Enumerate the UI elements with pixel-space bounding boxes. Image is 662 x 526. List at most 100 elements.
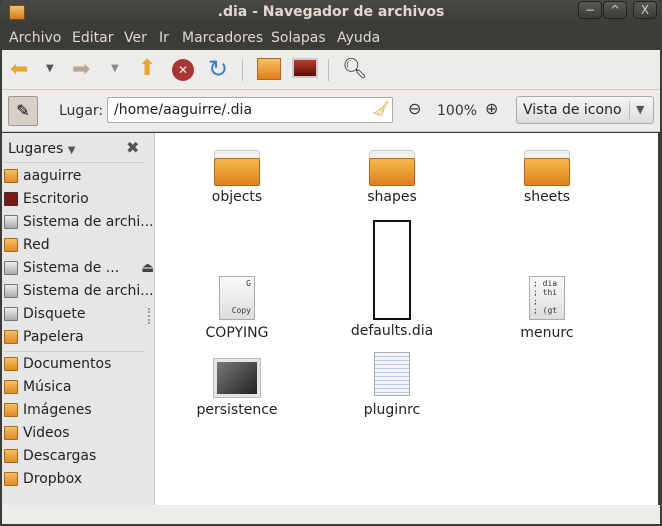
drive-icon	[4, 215, 18, 229]
file-item-menurc[interactable]: ; dia ; thi ; ; (gt menurc	[487, 276, 607, 341]
sidebar-item-papelera[interactable]: Papelera	[4, 326, 152, 348]
drive-icon	[4, 284, 18, 298]
clear-icon[interactable]: 🧹︎	[372, 101, 390, 117]
menu-ver[interactable]: Ver	[124, 30, 147, 46]
menu-ir[interactable]: Ir	[159, 30, 169, 46]
zoom-level: 100%	[437, 103, 478, 119]
location-bar: ✎ Lugar: /home/aaguirre/.dia 🧹︎ ⊖ 100% ⊕…	[2, 90, 660, 132]
back-history-dropdown[interactable]: ▼	[46, 63, 54, 74]
file-name: COPYING	[205, 325, 269, 341]
pencil-toggle-button[interactable]: ✎	[8, 96, 38, 126]
sidebar-item-documentos[interactable]: Documentos	[4, 353, 152, 375]
text-file-icon: G Copy	[219, 276, 255, 320]
forward-history-dropdown[interactable]: ▼	[111, 63, 119, 74]
sidebar-item-label: Música	[23, 379, 72, 395]
close-sidebar-icon[interactable]: ✖	[126, 138, 139, 157]
menu-ayuda[interactable]: Ayuda	[337, 30, 380, 46]
sidebar-item-escritorio[interactable]: Escritorio	[4, 188, 152, 210]
menu-solapas[interactable]: Solapas	[271, 30, 326, 46]
sidebar-item-dropbox[interactable]: Dropbox	[4, 468, 152, 490]
location-input[interactable]: /home/aaguirre/.dia 🧹︎	[107, 97, 393, 123]
home-folder-icon	[4, 169, 18, 183]
sidebar-item-videos[interactable]: Videos	[4, 422, 152, 444]
file-name: menurc	[520, 325, 574, 341]
dia-file-icon	[373, 220, 411, 320]
close-button[interactable]: X	[633, 1, 657, 19]
eject-icon[interactable]: ⏏	[141, 260, 154, 276]
separator	[242, 59, 243, 81]
file-item-sheets[interactable]: sheets	[487, 150, 607, 205]
resize-handle[interactable]	[148, 308, 152, 324]
separator	[328, 59, 329, 81]
minimize-button[interactable]: −	[578, 1, 602, 19]
title-bar: .dia - Navegador de archivos − ^ X	[0, 0, 662, 26]
folder-icon	[524, 150, 570, 186]
folder-icon	[4, 472, 18, 486]
sidebar-item-label: Escritorio	[23, 191, 89, 207]
sidebar-item-red[interactable]: Red	[4, 234, 152, 256]
sidebar-item-label: Papelera	[23, 329, 84, 345]
separator	[4, 162, 144, 163]
trash-icon	[4, 330, 18, 344]
menu-marcadores[interactable]: Marcadores	[182, 30, 263, 46]
desktop-icon	[4, 192, 18, 206]
sidebar-item-descargas[interactable]: Descargas	[4, 445, 152, 467]
sidebar-item-label: Documentos	[23, 356, 112, 372]
menu-archivo[interactable]: Archivo	[9, 30, 61, 46]
reload-icon[interactable]: ↻	[208, 56, 228, 82]
file-name: shapes	[367, 189, 417, 205]
sidebar-item-musica[interactable]: Música	[4, 376, 152, 398]
sidebar-title[interactable]: Lugares ▼	[8, 141, 75, 157]
location-path: /home/aaguirre/.dia	[114, 102, 253, 118]
file-item-pluginrc[interactable]: pluginrc	[332, 352, 452, 418]
up-icon[interactable]: ⬆	[138, 57, 156, 81]
file-name: sheets	[523, 189, 571, 205]
maximize-button[interactable]: ^	[603, 1, 627, 19]
drive-icon	[4, 261, 18, 275]
file-item-persistence[interactable]: persistence	[177, 358, 297, 418]
forward-icon[interactable]: ➡	[72, 59, 90, 81]
text-file-icon	[374, 352, 410, 396]
menu-editar[interactable]: Editar	[72, 30, 113, 46]
stop-icon[interactable]: ✕	[172, 59, 194, 81]
status-bar	[2, 505, 660, 524]
sidebar-item-label: Dropbox	[23, 471, 82, 487]
folder-icon	[214, 150, 260, 186]
videos-folder-icon	[4, 426, 18, 440]
view-mode-select[interactable]: Vista de icono ▼	[516, 96, 654, 124]
zoom-in-icon[interactable]: ⊕	[485, 99, 498, 118]
location-label: Lugar:	[59, 103, 104, 119]
file-name: objects	[211, 189, 263, 205]
sidebar-item-label: aaguirre	[23, 168, 82, 184]
home-icon[interactable]	[257, 58, 281, 80]
documents-folder-icon	[4, 357, 18, 371]
file-item-shapes[interactable]: shapes	[332, 150, 452, 205]
back-icon[interactable]: ⬅	[10, 59, 28, 81]
search-icon[interactable]: 🔍︎	[342, 56, 367, 80]
sidebar-item-imagenes[interactable]: Imágenes	[4, 399, 152, 421]
sidebar-item-aaguirre[interactable]: aaguirre	[4, 165, 152, 187]
zoom-out-icon[interactable]: ⊖	[408, 99, 421, 118]
folder-icon	[369, 150, 415, 186]
window-title: .dia - Navegador de archivos	[217, 4, 445, 20]
downloads-folder-icon	[4, 449, 18, 463]
sidebar-item-volume[interactable]: Sistema de ... ⏏	[4, 257, 154, 279]
menu-bar: Archivo Editar Ver Ir Marcadores Solapas…	[0, 26, 662, 50]
sidebar-item-label: Descargas	[23, 448, 97, 464]
sidebar-item-label: Sistema de archi...	[23, 214, 154, 230]
pictures-folder-icon	[4, 403, 18, 417]
file-item-objects[interactable]: objects	[177, 150, 297, 205]
floppy-icon	[4, 307, 18, 321]
chevron-down-icon: ▼	[636, 103, 645, 116]
computer-icon[interactable]	[292, 58, 318, 78]
file-item-copying[interactable]: G Copy COPYING	[177, 276, 297, 341]
separator	[629, 101, 630, 119]
image-file-icon	[213, 358, 261, 398]
text-file-icon: ; dia ; thi ; ; (gt	[529, 276, 565, 320]
separator	[4, 351, 144, 352]
sidebar-item-disquete[interactable]: Disquete	[4, 303, 152, 325]
sidebar-item-filesystem[interactable]: Sistema de archi...	[4, 211, 154, 233]
sidebar-item-label: Videos	[23, 425, 70, 441]
sidebar-item-filesystem-2[interactable]: Sistema de archi...	[4, 280, 154, 302]
file-item-defaults-dia[interactable]: defaults.dia	[332, 220, 452, 339]
